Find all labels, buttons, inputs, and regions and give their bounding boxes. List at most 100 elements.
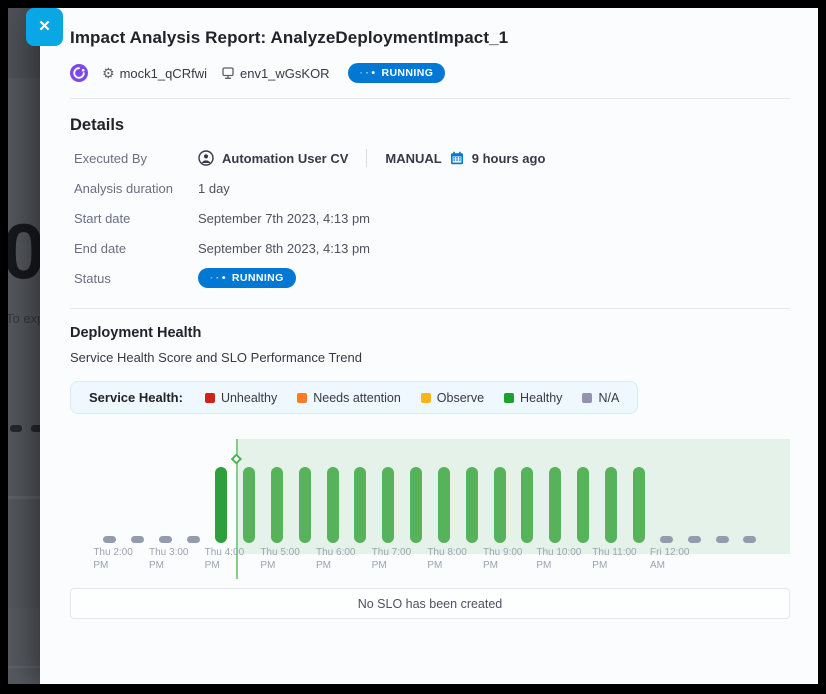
service-health-bar-chart: Thu 2:00 PMThu 3:00 PMThu 4:00 PMThu 5:0…	[70, 424, 790, 581]
bar-slot	[736, 424, 764, 543]
health-bar[interactable]	[382, 467, 394, 543]
x-axis-tick-label: Thu 4:00 PM	[205, 547, 244, 572]
health-bar[interactable]	[215, 467, 227, 543]
legend-items: Unhealthy Needs attention Observe Healthy N/…	[205, 391, 619, 405]
user-avatar-icon	[198, 150, 214, 166]
legend-label: Observe	[437, 391, 484, 405]
end-date-value: September 8th 2023, 4:13 pm	[198, 241, 370, 256]
detail-row-executed-by: Executed By Automation User CV MANUAL	[74, 143, 790, 173]
detail-label: End date	[74, 241, 198, 256]
vertical-separator	[366, 149, 367, 167]
monitored-service-icon	[70, 64, 88, 82]
detail-label: Status	[74, 271, 198, 286]
bar-slot	[541, 424, 569, 543]
health-bar[interactable]	[354, 467, 366, 543]
health-bar[interactable]	[327, 467, 339, 543]
bar-slot	[430, 424, 458, 543]
x-axis-tick-label: Thu 11:00 PM	[592, 547, 636, 572]
health-bar[interactable]	[688, 536, 701, 543]
bar-slot	[263, 424, 291, 543]
health-bar[interactable]	[521, 467, 533, 543]
bar-slot	[486, 424, 514, 543]
x-axis-tick-label: Thu 8:00 PM	[427, 547, 466, 572]
header-divider	[70, 98, 790, 99]
health-bar[interactable]	[743, 536, 756, 543]
bar-slot	[96, 424, 124, 543]
executed-time-ago: 9 hours ago	[472, 151, 546, 166]
health-bar[interactable]	[243, 467, 255, 543]
health-bar[interactable]	[605, 467, 617, 543]
legend-label: Needs attention	[313, 391, 401, 405]
detail-row-status: Status · · • RUNNING	[74, 263, 790, 293]
x-axis-tick-label: Thu 6:00 PM	[316, 547, 355, 572]
health-bar[interactable]	[299, 467, 311, 543]
running-status-label: RUNNING	[381, 67, 433, 79]
health-bar[interactable]	[633, 467, 645, 543]
bar-slot	[653, 424, 681, 543]
environment-icon	[221, 66, 235, 80]
deployment-health-heading: Deployment Health	[70, 325, 790, 341]
running-dot: ·	[210, 272, 214, 284]
x-axis-tick-label: Thu 10:00 PM	[536, 547, 581, 572]
x-axis-tick-label: Fri 12:00 AM	[650, 547, 689, 572]
running-dot: •	[371, 67, 375, 79]
health-bar[interactable]	[438, 467, 450, 543]
bar-slot	[708, 424, 736, 543]
health-bar[interactable]	[716, 536, 729, 543]
backdrop-bar-stub	[10, 425, 22, 432]
bar-slot	[597, 424, 625, 543]
close-icon[interactable]: ✕	[26, 8, 63, 46]
monitored-service-name: mock1_qCRfwi	[120, 66, 207, 81]
running-dot: ·	[360, 67, 364, 79]
calendar-icon	[450, 151, 464, 165]
legend-label: Unhealthy	[221, 391, 277, 405]
deployment-health-subheading: Service Health Score and SLO Performance…	[70, 350, 790, 365]
legend-item: N/A	[582, 391, 619, 405]
gear-icon: ⚙	[102, 66, 115, 80]
x-axis-tick-label: Thu 2:00 PM	[93, 547, 132, 572]
running-status-label: RUNNING	[232, 272, 284, 284]
health-bar[interactable]	[131, 536, 144, 543]
section-divider	[70, 308, 790, 309]
health-bar[interactable]	[494, 467, 506, 543]
bar-slot	[374, 424, 402, 543]
bar-slot	[346, 424, 374, 543]
health-bars-row	[96, 424, 764, 543]
legend-label: Healthy	[520, 391, 562, 405]
slo-empty-message: No SLO has been created	[358, 597, 503, 611]
running-dot: •	[222, 272, 226, 284]
backdrop-partial-text: To exp	[8, 311, 44, 326]
monitored-service-chip: ⚙ mock1_qCRfwi	[102, 66, 207, 81]
bar-slot	[124, 424, 152, 543]
health-bar[interactable]	[549, 467, 561, 543]
dimmed-page-backdrop: 0 To exp ✕ Impact Analysis Report: Analy…	[8, 8, 818, 684]
bar-slot	[402, 424, 430, 543]
slo-empty-state: No SLO has been created	[70, 588, 790, 619]
analysis-duration-value: 1 day	[198, 181, 230, 196]
environment-chip: env1_wGsKOR	[221, 66, 330, 81]
report-context-row: ⚙ mock1_qCRfwi env1_wGsKOR · · • RUNNING	[70, 63, 790, 83]
bar-slot	[179, 424, 207, 543]
backdrop-big-number: 0	[8, 206, 43, 297]
bar-slot	[625, 424, 653, 543]
bar-slot	[458, 424, 486, 543]
health-bar[interactable]	[577, 467, 589, 543]
x-axis-ticks: Thu 2:00 PMThu 3:00 PMThu 4:00 PMThu 5:0…	[96, 547, 764, 579]
detail-label: Start date	[74, 211, 198, 226]
legend-swatch-icon	[297, 393, 307, 403]
bar-slot	[569, 424, 597, 543]
health-bar[interactable]	[159, 536, 172, 543]
health-bar[interactable]	[271, 467, 283, 543]
running-status-badge: · · • RUNNING	[348, 63, 446, 83]
legend-title: Service Health:	[89, 390, 183, 405]
bar-slot	[152, 424, 180, 543]
health-bar[interactable]	[410, 467, 422, 543]
health-bar[interactable]	[466, 467, 478, 543]
legend-label: N/A	[598, 391, 619, 405]
health-bar[interactable]	[187, 536, 200, 543]
bar-slot	[513, 424, 541, 543]
bar-slot	[291, 424, 319, 543]
health-bar[interactable]	[660, 536, 673, 543]
detail-label: Analysis duration	[74, 181, 198, 196]
health-bar[interactable]	[103, 536, 116, 543]
